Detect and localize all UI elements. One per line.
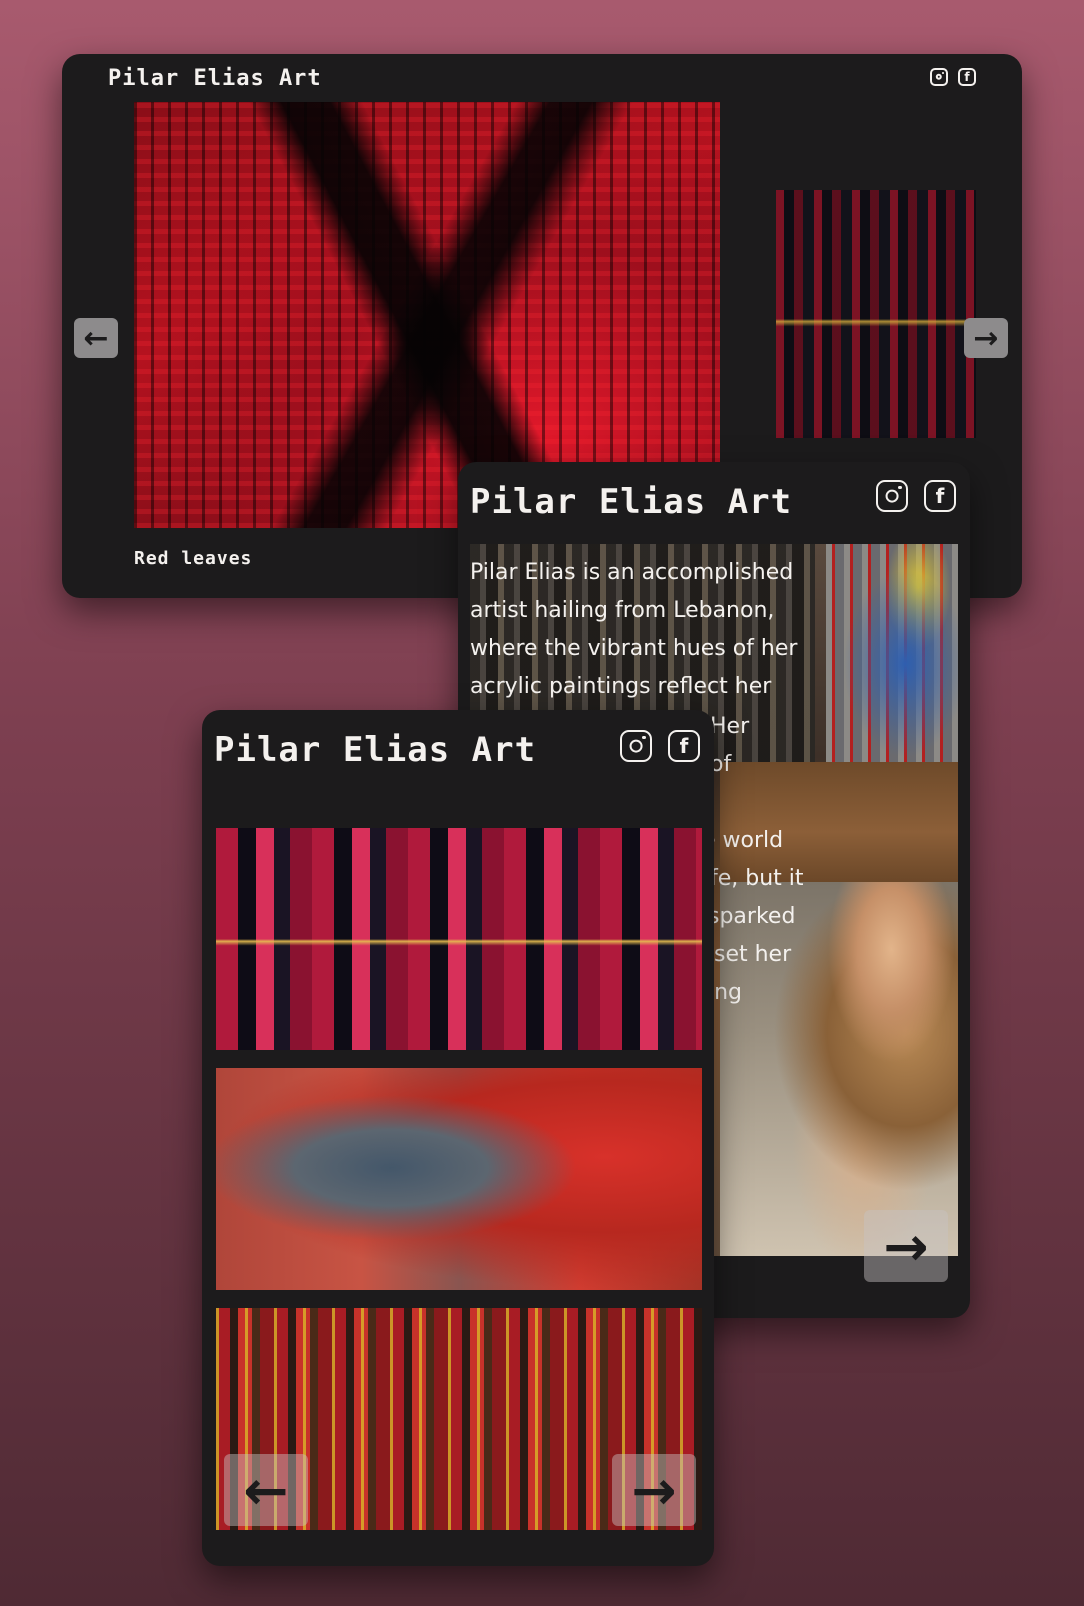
bio-line: acrylic paintings reflect her [470,674,772,699]
gallery-prev-button[interactable]: ← [224,1454,308,1526]
arrow-left-icon: ← [83,320,109,356]
facebook-icon[interactable]: f [958,68,976,86]
facebook-icon[interactable]: f [668,730,700,762]
instagram-icon[interactable] [876,480,908,512]
mobile-preview-card: Pilar Elias Art f ← → [202,710,714,1566]
facebook-icon[interactable]: f [924,480,956,512]
collage-painting-blue [826,544,958,762]
arrow-right-icon: → [883,1214,929,1278]
arrow-left-icon: ← [243,1458,289,1522]
site-title: Pilar Elias Art [214,730,537,770]
about-next-button[interactable]: → [864,1210,948,1282]
site-title: Pilar Elias Art [108,66,322,91]
bio-line: where the vibrant hues of her [470,636,798,661]
carousel-prev-button[interactable]: ← [74,318,118,358]
bio-fragment: e world [702,828,784,853]
painting-side-preview [776,190,976,438]
gallery-painting-2[interactable] [216,1068,702,1290]
arrow-right-icon: → [631,1458,677,1522]
gallery-next-button[interactable]: → [612,1454,696,1526]
bio-fragment: set her [714,942,792,967]
bio-fragment: sparked [708,904,796,929]
artist-bio: Pilar Elias is an accomplished artist ha… [470,554,810,724]
gallery-painting-1[interactable] [216,828,702,1050]
bio-line: artist hailing from Lebanon, [470,598,775,623]
bio-fragment: fe, but it [710,866,804,891]
site-title: Pilar Elias Art [470,482,793,522]
arrow-right-icon: → [973,320,999,356]
carousel-next-button[interactable]: → [964,318,1008,358]
bio-fragment: Her [710,714,750,739]
gallery-painting-3[interactable]: ← → [216,1308,702,1530]
artwork-caption: Red leaves [134,548,253,569]
instagram-icon[interactable] [930,68,948,86]
instagram-icon[interactable] [620,730,652,762]
bio-line: Pilar Elias is an accomplished [470,560,794,585]
